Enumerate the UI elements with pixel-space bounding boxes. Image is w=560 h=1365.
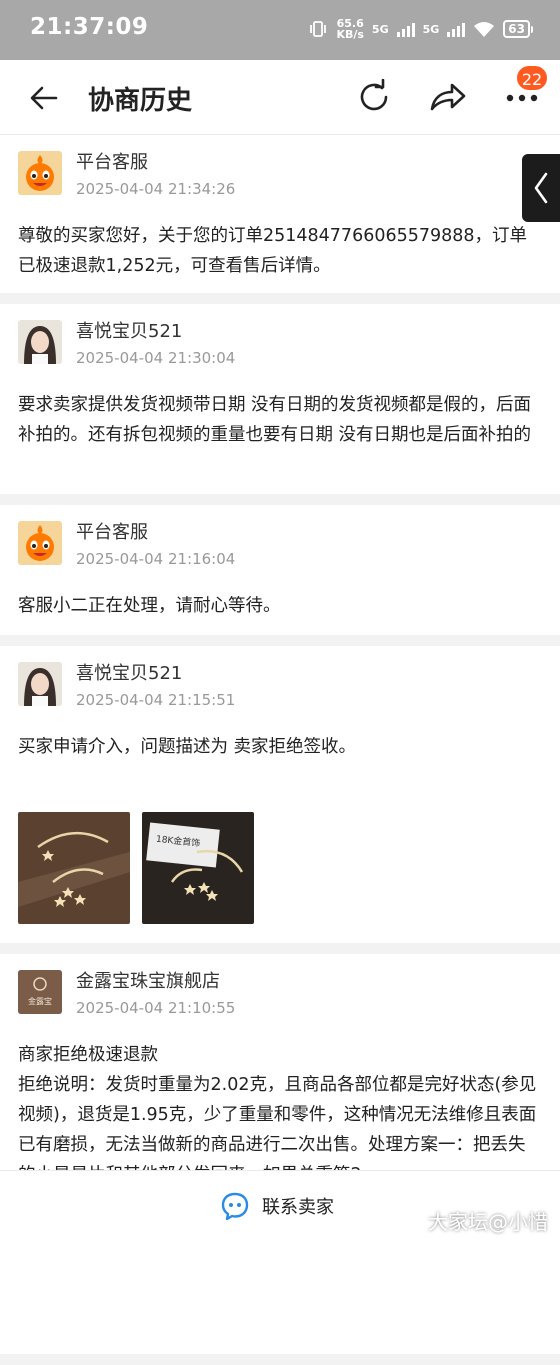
vibrate-icon xyxy=(310,21,327,37)
message-time: 2025-04-04 21:34:26 xyxy=(76,180,236,198)
share-icon[interactable] xyxy=(428,79,468,115)
net-speed: 65.6 KB/s xyxy=(336,18,363,40)
sim1-label: 5G xyxy=(371,22,389,36)
message-card: 金露宝 金露宝珠宝旗舰店 2025-04-04 21:10:55 商家拒绝极速退… xyxy=(0,954,560,1354)
signal-icon xyxy=(447,21,466,37)
message-time: 2025-04-04 21:30:04 xyxy=(76,349,236,367)
refresh-icon[interactable] xyxy=(356,79,392,115)
status-time: 21:37:09 xyxy=(30,14,149,40)
sender-name: 金露宝珠宝旗舰店 xyxy=(76,971,220,992)
platform-mascot-avatar xyxy=(18,521,62,565)
sender-name: 平台客服 xyxy=(76,522,148,543)
message-card: 平台客服 2025-04-04 21:34:26 尊敬的买家您好，关于您的订单2… xyxy=(0,135,560,293)
message-time: 2025-04-04 21:16:04 xyxy=(76,550,236,568)
sender-name: 平台客服 xyxy=(76,152,148,173)
wifi-icon xyxy=(474,22,495,37)
message-text: 商家拒绝极速退款 拒绝说明：发货时重量为2.02克，且商品各部位都是完好状态(参… xyxy=(18,1045,537,1185)
message-card: 喜悦宝贝521 2025-04-04 21:15:51 买家申请介入，问题描述为… xyxy=(0,646,560,943)
side-drawer-handle[interactable] xyxy=(522,154,560,222)
sim2-label: 5G xyxy=(422,22,440,36)
contact-seller-button[interactable]: 联系卖家 xyxy=(220,1191,334,1221)
message-text: 尊敬的买家您好，关于您的订单2514847766065579888，订单已极速退… xyxy=(18,226,528,276)
sender-name: 喜悦宝贝521 xyxy=(76,321,183,342)
message-text: 买家申请介入，问题描述为 卖家拒绝签收。 xyxy=(18,737,357,757)
page-title: 协商历史 xyxy=(88,86,193,116)
message-card: 平台客服 2025-04-04 21:16:04 客服小二正在处理，请耐心等待。 xyxy=(0,505,560,635)
message-text: 客服小二正在处理，请耐心等待。 xyxy=(18,596,281,616)
chat-bubble-icon xyxy=(221,1192,249,1221)
message-text: 要求卖家提供发货视频带日期 没有日期的发货视频都是假的，后面补拍的。还有拆包视频… xyxy=(18,395,532,445)
status-bar: 21:37:09 65.6 KB/s 5G 5G 63 xyxy=(0,0,560,60)
notification-badge: 22 xyxy=(515,64,549,92)
jewelry-photo[interactable] xyxy=(18,812,130,924)
jewelry-photo[interactable]: 18K金首饰 xyxy=(142,812,254,924)
contact-seller-label: 联系卖家 xyxy=(262,1197,334,1218)
shop-logo-text: 金露宝 xyxy=(28,997,52,1006)
message-time: 2025-04-04 21:10:55 xyxy=(76,999,236,1017)
user-avatar[interactable] xyxy=(18,320,62,364)
photo-attachments: 18K金首饰 xyxy=(18,812,542,924)
watermark: 大家坛@小惜 xyxy=(428,1210,548,1234)
top-nav: 协商历史 xyxy=(0,60,560,135)
chevron-left-icon xyxy=(534,172,548,204)
battery-icon: 63 xyxy=(503,20,533,38)
message-time: 2025-04-04 21:15:51 xyxy=(76,691,236,709)
platform-mascot-avatar xyxy=(18,151,62,195)
status-icons: 65.6 KB/s 5G 5G 63 xyxy=(308,18,533,40)
shop-logo-avatar[interactable]: 金露宝 xyxy=(18,970,62,1014)
back-button[interactable] xyxy=(28,82,60,114)
net-speed-unit: KB/s xyxy=(336,28,364,41)
message-card: 喜悦宝贝521 2025-04-04 21:30:04 要求卖家提供发货视频带日… xyxy=(0,304,560,494)
sender-name: 喜悦宝贝521 xyxy=(76,663,183,684)
battery-level: 63 xyxy=(508,22,525,36)
signal-icon xyxy=(396,21,415,37)
user-avatar[interactable] xyxy=(18,662,62,706)
